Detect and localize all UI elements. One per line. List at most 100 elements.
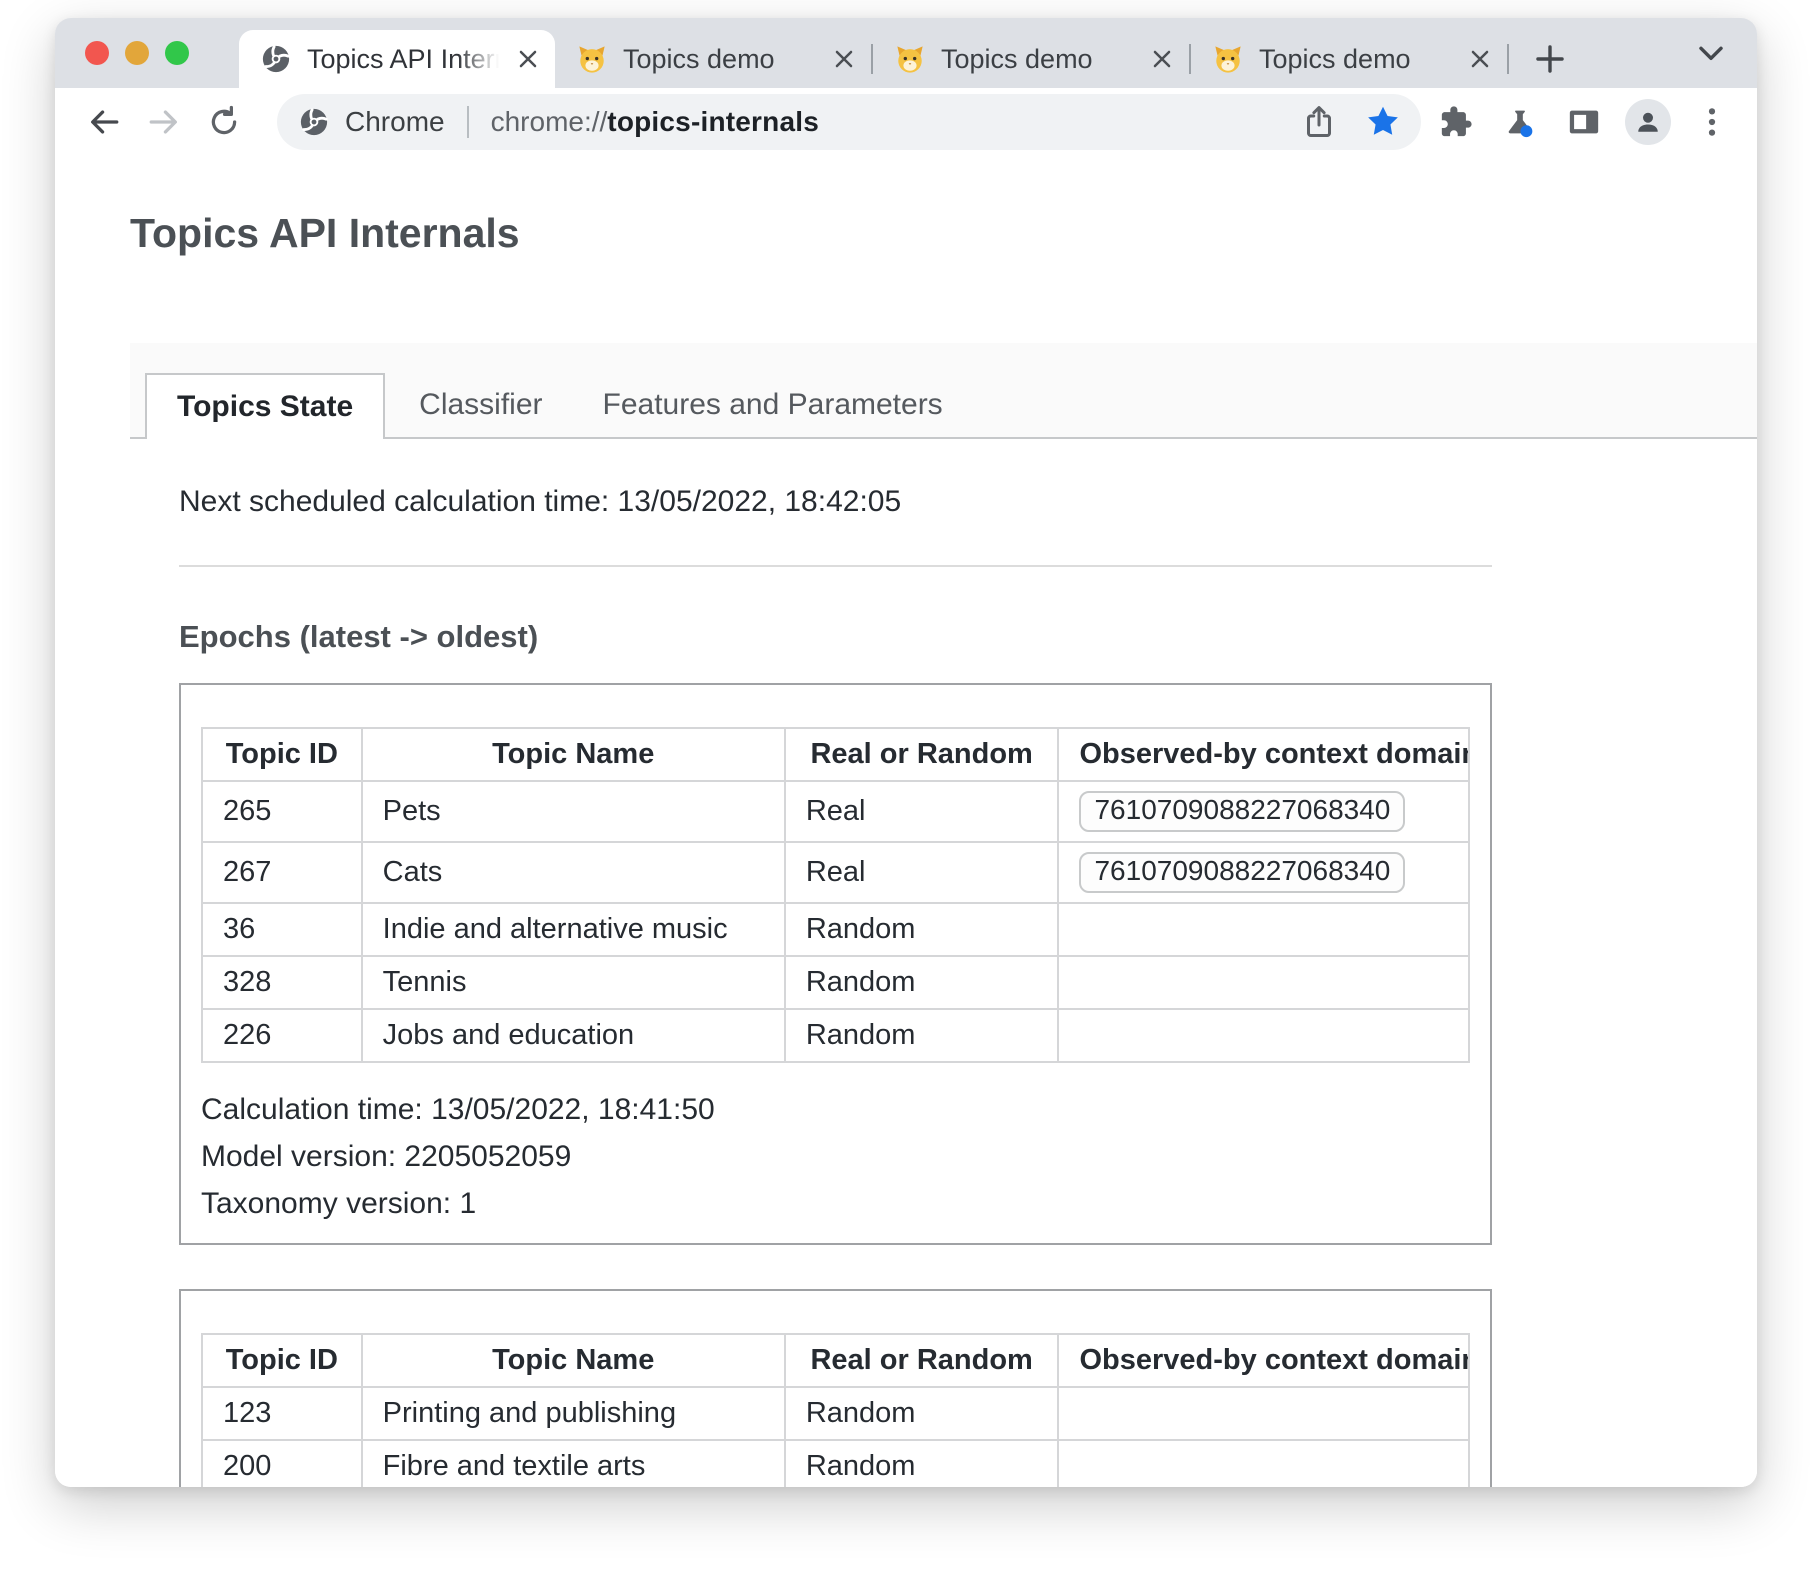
globe-icon (261, 44, 291, 74)
chrome-labs-flask-icon[interactable] (1497, 99, 1543, 145)
column-header: Observed-by context domains (hashed) (1058, 728, 1469, 781)
tab-classifier[interactable]: Classifier (393, 373, 568, 437)
share-icon[interactable] (1301, 104, 1337, 140)
divider (179, 565, 1492, 567)
topic-name-cell: Pets (362, 781, 785, 842)
epoch-info: Calculation time: 13/05/2022, 18:41:50Mo… (201, 1087, 1470, 1227)
tab-divider (1507, 44, 1509, 74)
real-or-random-cell: Random (785, 1009, 1059, 1062)
close-tab-icon[interactable] (1467, 46, 1493, 72)
topic-id-cell: 267 (202, 842, 362, 903)
close-window-button[interactable] (85, 41, 109, 65)
reload-button[interactable] (201, 99, 247, 145)
browser-tab-topics-demo-3[interactable]: Topics demo (1191, 30, 1507, 88)
topic-id-cell: 36 (202, 903, 362, 956)
browser-tab-topics-demo-2[interactable]: Topics demo (873, 30, 1189, 88)
topic-name-cell: Jobs and education (362, 1009, 785, 1062)
column-header: Real or Random (785, 1334, 1059, 1387)
zoom-window-button[interactable] (165, 41, 189, 65)
epochs-list: Topic IDTopic NameReal or RandomObserved… (179, 683, 1492, 1487)
page-tab-row: Topics State Classifier Features and Par… (130, 343, 1757, 439)
cat-favicon-icon (1213, 44, 1243, 74)
epoch-container: Topic IDTopic NameReal or RandomObserved… (179, 683, 1492, 1245)
new-tab-button[interactable] (1533, 42, 1567, 76)
close-tab-icon[interactable] (515, 46, 541, 72)
close-tab-icon[interactable] (1149, 46, 1175, 72)
topic-id-cell: 265 (202, 781, 362, 842)
url-text: chrome://topics-internals (491, 106, 819, 138)
browser-tab-label: Topics demo (941, 44, 1139, 75)
topics-table: Topic IDTopic NameReal or RandomObserved… (201, 727, 1470, 1063)
topic-name-cell: Cats (362, 842, 785, 903)
bookmark-star-icon[interactable] (1365, 104, 1401, 140)
tab-search-chevron-icon[interactable] (1695, 37, 1727, 69)
page-tab-box: Topics State Classifier Features and Par… (130, 343, 1757, 1487)
table-row: 226Jobs and educationRandom (202, 1009, 1469, 1062)
address-bar[interactable]: Chrome chrome://topics-internals (277, 94, 1421, 150)
browser-window: Topics API Internals Topics demo Topics … (55, 18, 1757, 1487)
column-header: Real or Random (785, 728, 1059, 781)
address-engine-label: Chrome (345, 106, 445, 138)
real-or-random-cell: Real (785, 842, 1059, 903)
epoch-info-line: Calculation time: 13/05/2022, 18:41:50 (201, 1087, 1470, 1134)
window-controls (85, 41, 223, 65)
forward-button[interactable] (141, 99, 187, 145)
cat-favicon-icon (577, 44, 607, 74)
column-header: Topic ID (202, 1334, 362, 1387)
address-separator (467, 106, 469, 138)
observed-by-cell: 7610709088227068340 (1058, 781, 1469, 842)
url-host: topics-internals (607, 106, 819, 137)
topic-name-cell: Printing and publishing (362, 1387, 785, 1440)
topic-name-cell: Tennis (362, 956, 785, 1009)
table-row: 265PetsReal7610709088227068340 (202, 781, 1469, 842)
topic-id-cell: 226 (202, 1009, 362, 1062)
topic-name-cell: Fibre and textile arts (362, 1440, 785, 1487)
profile-avatar[interactable] (1625, 99, 1671, 145)
side-panel-icon[interactable] (1561, 99, 1607, 145)
observed-by-cell (1058, 956, 1469, 1009)
topic-id-cell: 123 (202, 1387, 362, 1440)
browser-tab-topics-internals[interactable]: Topics API Internals (239, 30, 555, 88)
tab-topics-state[interactable]: Topics State (145, 373, 385, 439)
real-or-random-cell: Real (785, 781, 1059, 842)
tab-features-and-parameters[interactable]: Features and Parameters (577, 373, 969, 437)
cat-favicon-icon (895, 44, 925, 74)
epochs-heading: Epochs (latest -> oldest) (179, 619, 1492, 655)
real-or-random-cell: Random (785, 956, 1059, 1009)
browser-tab-strip: Topics API Internals Topics demo Topics … (55, 18, 1757, 88)
column-header: Topic Name (362, 728, 785, 781)
table-row: 200Fibre and textile artsRandom (202, 1440, 1469, 1487)
column-header: Topic Name (362, 1334, 785, 1387)
browser-tab-topics-demo-1[interactable]: Topics demo (555, 30, 871, 88)
column-header: Topic ID (202, 728, 362, 781)
browser-tab-label: Topics demo (1259, 44, 1457, 75)
minimize-window-button[interactable] (125, 41, 149, 65)
back-button[interactable] (81, 99, 127, 145)
browser-tab-label: Topics API Internals (307, 44, 505, 75)
table-row: 267CatsReal 7610709088227068340 (202, 842, 1469, 903)
table-row: 328TennisRandom (202, 956, 1469, 1009)
observed-by-cell: 7610709088227068340 (1058, 842, 1469, 903)
epoch-info-line: Model version: 2205052059 (201, 1134, 1470, 1181)
table-header-row: Topic IDTopic NameReal or RandomObserved… (202, 1334, 1469, 1387)
observed-by-cell (1058, 903, 1469, 956)
toolbar-right-icons (1433, 99, 1735, 145)
menu-dots-icon[interactable] (1689, 99, 1735, 145)
next-calculation-time: Next scheduled calculation time: 13/05/2… (179, 485, 1492, 519)
topic-name-cell: Indie and alternative music (362, 903, 785, 956)
epoch-container: Topic IDTopic NameReal or RandomObserved… (179, 1289, 1492, 1487)
extensions-puzzle-icon[interactable] (1433, 99, 1479, 145)
page-title: Topics API Internals (130, 210, 1757, 257)
topic-id-cell: 328 (202, 956, 362, 1009)
close-tab-icon[interactable] (831, 46, 857, 72)
table-row: 123Printing and publishingRandom (202, 1387, 1469, 1440)
browser-toolbar: Chrome chrome://topics-internals (55, 88, 1757, 156)
real-or-random-cell: Random (785, 1387, 1059, 1440)
table-row: 36Indie and alternative musicRandom (202, 903, 1469, 956)
topics-state-panel: Next scheduled calculation time: 13/05/2… (130, 439, 1757, 1487)
hashed-domain-chip: 7610709088227068340 (1079, 852, 1405, 893)
page-content: Topics API Internals Topics State Classi… (55, 156, 1757, 1487)
chrome-logo-icon (299, 107, 329, 137)
table-header-row: Topic IDTopic NameReal or RandomObserved… (202, 728, 1469, 781)
real-or-random-cell: Random (785, 1440, 1059, 1487)
